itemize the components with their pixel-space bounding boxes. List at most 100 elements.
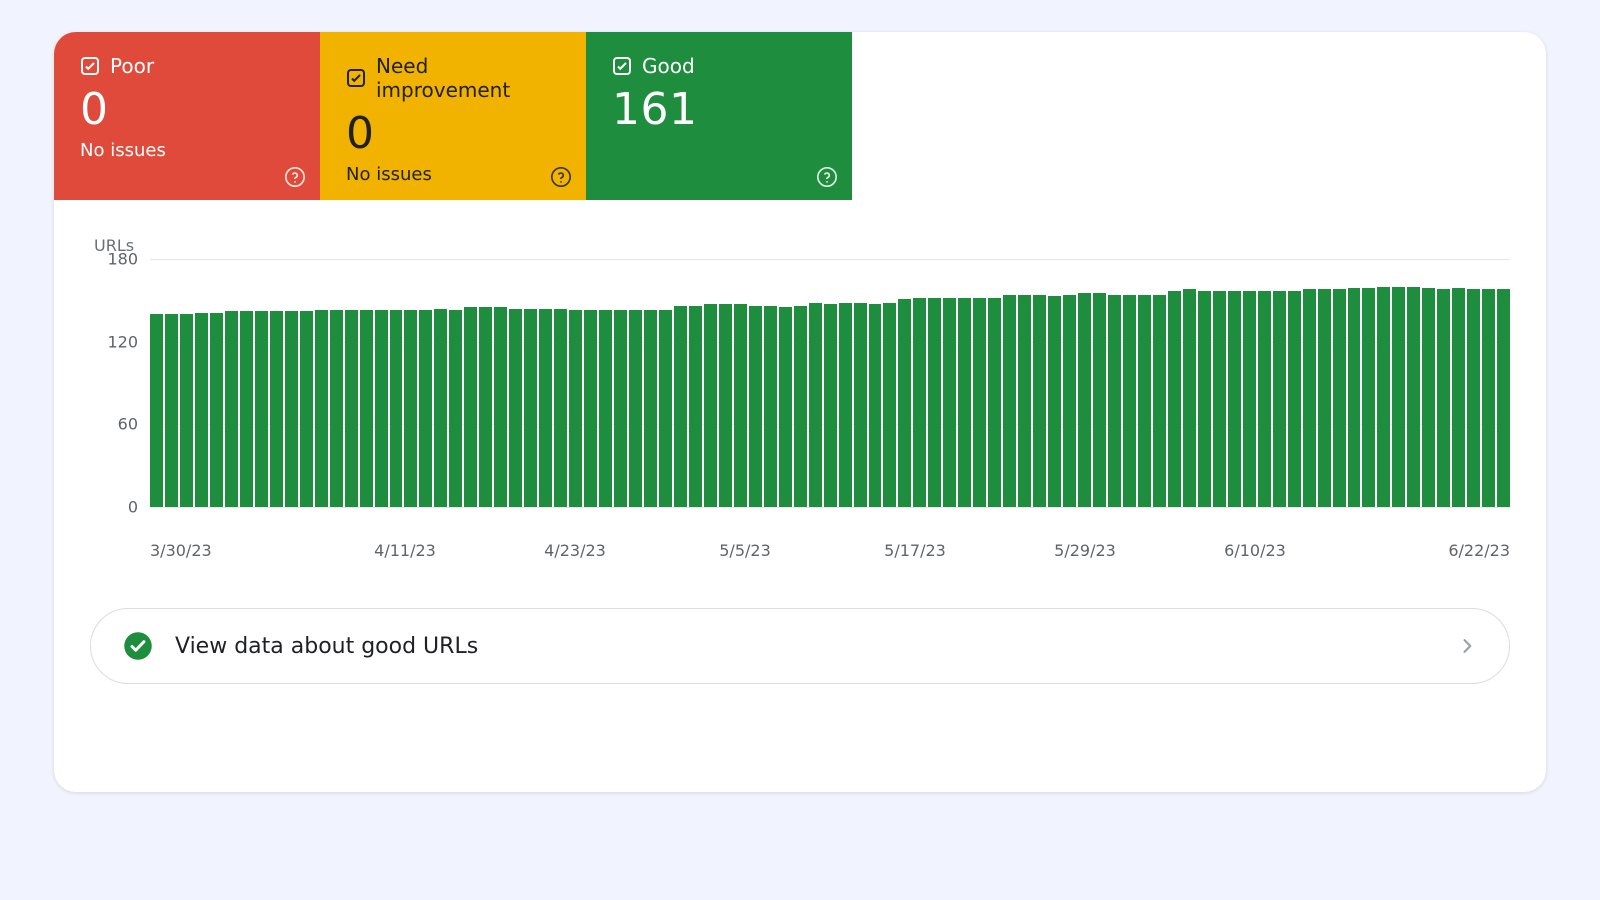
chart-bar[interactable]	[1018, 295, 1031, 507]
chart-bar[interactable]	[210, 313, 223, 507]
chart-bar[interactable]	[554, 309, 567, 507]
chart-bar[interactable]	[988, 298, 1001, 507]
chart-bar[interactable]	[1273, 291, 1286, 507]
chart-bar[interactable]	[779, 307, 792, 507]
chart-bar[interactable]	[1497, 289, 1510, 507]
chart-bar[interactable]	[1078, 293, 1091, 507]
chart-bar[interactable]	[1183, 289, 1196, 507]
chart-bar[interactable]	[330, 310, 343, 507]
chart-bar[interactable]	[569, 310, 582, 507]
chart-bar[interactable]	[1153, 295, 1166, 507]
chart-bar[interactable]	[270, 311, 283, 507]
chart-bar[interactable]	[674, 306, 687, 507]
chart-bar[interactable]	[1392, 287, 1405, 507]
chart-bar[interactable]	[943, 298, 956, 507]
chart-bar[interactable]	[464, 307, 477, 507]
chart-bar[interactable]	[913, 298, 926, 507]
chart-bar[interactable]	[449, 310, 462, 507]
tile-good[interactable]: Good 161	[586, 32, 852, 200]
chart-bar[interactable]	[1422, 288, 1435, 507]
chart-bar[interactable]	[749, 306, 762, 507]
help-icon[interactable]	[284, 166, 306, 188]
chart-bar[interactable]	[479, 307, 492, 507]
chart-bar[interactable]	[1048, 296, 1061, 507]
chart-bar[interactable]	[240, 311, 253, 507]
chart-bar[interactable]	[419, 310, 432, 507]
help-icon[interactable]	[816, 166, 838, 188]
chart-bar[interactable]	[150, 314, 163, 507]
chart-bar[interactable]	[928, 298, 941, 507]
chart-bar[interactable]	[689, 306, 702, 507]
chart-bar[interactable]	[1123, 295, 1136, 507]
chart-bar[interactable]	[315, 310, 328, 507]
chart-bar[interactable]	[1003, 295, 1016, 507]
chart-bar[interactable]	[1138, 295, 1151, 507]
chart-bar[interactable]	[1467, 289, 1480, 507]
chart-bar[interactable]	[539, 309, 552, 507]
chart-bar[interactable]	[794, 306, 807, 507]
chart-bar[interactable]	[764, 306, 777, 507]
tile-need-improvement[interactable]: Need improvement 0 No issues	[320, 32, 586, 200]
chart-bar[interactable]	[1288, 291, 1301, 507]
chart-bar[interactable]	[494, 307, 507, 507]
help-icon[interactable]	[550, 166, 572, 188]
chart-bar[interactable]	[704, 304, 717, 507]
chart-bar[interactable]	[1333, 289, 1346, 507]
chart-bar[interactable]	[509, 309, 522, 507]
chart-bar[interactable]	[165, 314, 178, 507]
chart-bar[interactable]	[360, 310, 373, 507]
chart-bar[interactable]	[1348, 288, 1361, 507]
chart-bar[interactable]	[1093, 293, 1106, 507]
chart-bar[interactable]	[734, 304, 747, 507]
chart-bar[interactable]	[390, 310, 403, 507]
chart-bar[interactable]	[225, 311, 238, 507]
chart-bar[interactable]	[644, 310, 657, 507]
chart-bar[interactable]	[898, 299, 911, 507]
chart-bar[interactable]	[375, 310, 388, 507]
chart-bar[interactable]	[973, 298, 986, 507]
chart-bar[interactable]	[1063, 295, 1076, 507]
chart-bar[interactable]	[1228, 291, 1241, 507]
chart-bar[interactable]	[1168, 291, 1181, 507]
chart-bar[interactable]	[869, 304, 882, 507]
chart-bar[interactable]	[824, 304, 837, 507]
chart-bar[interactable]	[584, 310, 597, 507]
chart-bar[interactable]	[1108, 295, 1121, 507]
chart-bar[interactable]	[1482, 289, 1495, 507]
chart-bar[interactable]	[255, 311, 268, 507]
chart-bar[interactable]	[180, 314, 193, 507]
chart-bar[interactable]	[1318, 289, 1331, 507]
chart-bar[interactable]	[195, 313, 208, 507]
chart-bar[interactable]	[614, 310, 627, 507]
chart-bar[interactable]	[1437, 289, 1450, 507]
chart-bar[interactable]	[1213, 291, 1226, 507]
chart-bar[interactable]	[839, 303, 852, 507]
chart-bar[interactable]	[345, 310, 358, 507]
chart-bar[interactable]	[1198, 291, 1211, 507]
chart-bar[interactable]	[958, 298, 971, 507]
chart-bar[interactable]	[1452, 288, 1465, 507]
chart-bar[interactable]	[1258, 291, 1271, 507]
chart-bar[interactable]	[404, 310, 417, 507]
chart-area: URLs 180120600 3/30/234/11/234/23/235/5/…	[54, 200, 1546, 560]
tile-poor[interactable]: Poor 0 No issues	[54, 32, 320, 200]
chart-bar[interactable]	[1243, 291, 1256, 507]
chart-bar[interactable]	[434, 309, 447, 507]
chart-bar[interactable]	[809, 303, 822, 507]
chart-bar[interactable]	[1362, 288, 1375, 507]
view-good-urls-link[interactable]: View data about good URLs	[90, 608, 1510, 684]
chart-bar[interactable]	[524, 309, 537, 507]
chart-bar[interactable]	[1033, 295, 1046, 507]
chart-bar[interactable]	[1303, 289, 1316, 507]
chart-bar[interactable]	[599, 310, 612, 507]
chart-bar[interactable]	[1377, 287, 1390, 507]
chart-bar[interactable]	[300, 311, 313, 507]
chart-bar[interactable]	[719, 304, 732, 507]
chart-bar[interactable]	[883, 303, 896, 507]
chart-bar[interactable]	[659, 310, 672, 507]
chart-bar[interactable]	[285, 311, 298, 507]
chart-plot[interactable]	[150, 259, 1510, 507]
chart-bar[interactable]	[854, 303, 867, 507]
chart-bar[interactable]	[1407, 287, 1420, 507]
chart-bar[interactable]	[629, 310, 642, 507]
